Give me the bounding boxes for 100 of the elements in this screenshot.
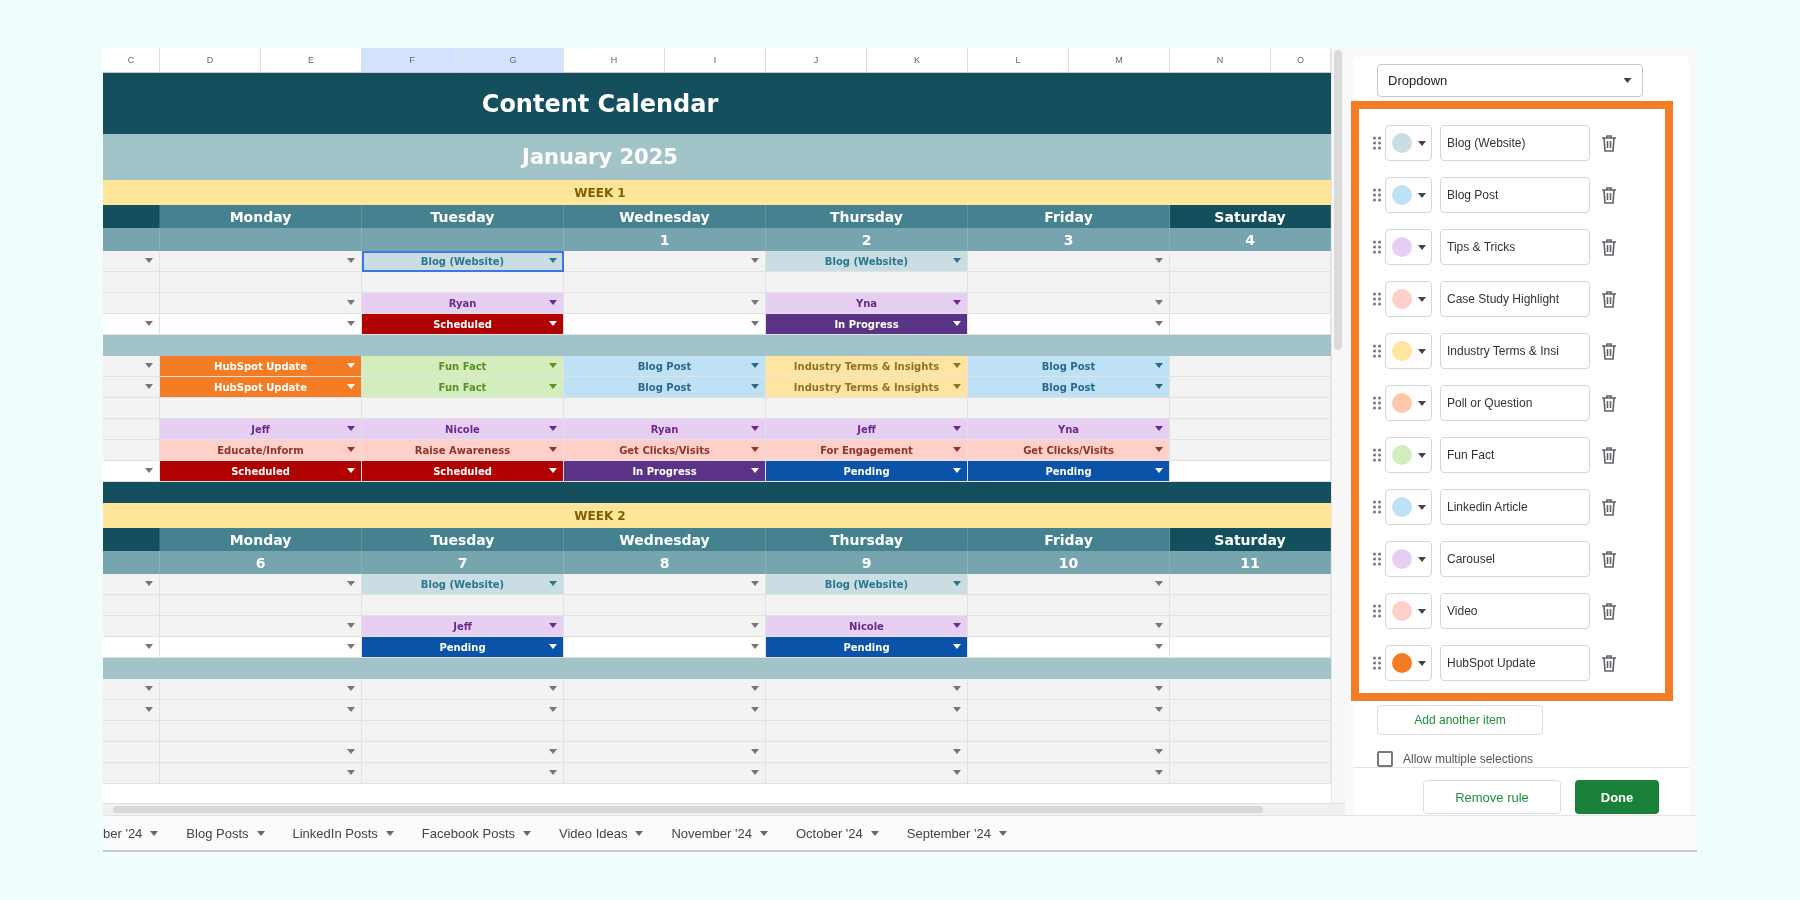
- dropdown-cell[interactable]: [103, 356, 160, 377]
- dropdown-cell[interactable]: Nicole: [766, 616, 968, 637]
- dropdown-cell[interactable]: [968, 616, 1170, 637]
- color-picker-button[interactable]: [1385, 541, 1432, 577]
- dropdown-cell[interactable]: [103, 574, 160, 595]
- item-field[interactable]: HubSpot Update: [1440, 645, 1590, 681]
- dropdown-cell[interactable]: [564, 679, 766, 700]
- dropdown-cell[interactable]: [968, 763, 1170, 784]
- item-field[interactable]: Blog Post: [1440, 177, 1590, 213]
- item-field[interactable]: Case Study Highlight: [1440, 281, 1590, 317]
- sheet-tab[interactable]: September '24: [906, 825, 1007, 841]
- color-picker-button[interactable]: [1385, 593, 1432, 629]
- dropdown-cell[interactable]: [103, 700, 160, 721]
- dropdown-cell[interactable]: [968, 314, 1170, 335]
- sheet-tab[interactable]: Blog Posts: [186, 825, 265, 841]
- drag-handle-icon[interactable]: [1373, 240, 1381, 254]
- sheet-tab[interactable]: Facebook Posts: [421, 825, 531, 841]
- horizontal-scrollbar[interactable]: [103, 803, 1345, 815]
- column-header[interactable]: D: [160, 48, 261, 73]
- dropdown-cell[interactable]: Blog Post: [968, 356, 1170, 377]
- item-field[interactable]: Video: [1440, 593, 1590, 629]
- drag-handle-icon[interactable]: [1373, 344, 1381, 358]
- dropdown-cell[interactable]: For Engagement: [766, 440, 968, 461]
- dropdown-cell[interactable]: Nicole: [362, 419, 564, 440]
- dropdown-cell[interactable]: [564, 293, 766, 314]
- item-field[interactable]: Tips & Tricks: [1440, 229, 1590, 265]
- drag-handle-icon[interactable]: [1373, 552, 1381, 566]
- dropdown-cell[interactable]: [968, 700, 1170, 721]
- dropdown-cell[interactable]: [160, 314, 362, 335]
- drag-handle-icon[interactable]: [1373, 136, 1381, 150]
- color-picker-button[interactable]: [1385, 437, 1432, 473]
- drag-handle-icon[interactable]: [1373, 604, 1381, 618]
- dropdown-cell[interactable]: Ryan: [362, 293, 564, 314]
- column-header[interactable]: M: [1069, 48, 1170, 73]
- item-field[interactable]: Blog (Website): [1440, 125, 1590, 161]
- dropdown-cell[interactable]: Blog Post: [564, 377, 766, 398]
- dropdown-cell[interactable]: [103, 461, 160, 482]
- item-field[interactable]: Industry Terms & Insi: [1440, 333, 1590, 369]
- item-field[interactable]: Linkedin Article: [1440, 489, 1590, 525]
- dropdown-cell[interactable]: [968, 679, 1170, 700]
- dropdown-cell[interactable]: Scheduled: [160, 461, 362, 482]
- column-header[interactable]: F: [362, 48, 463, 73]
- column-header[interactable]: C: [103, 48, 160, 73]
- dropdown-cell[interactable]: In Progress: [564, 461, 766, 482]
- dropdown-cell[interactable]: [362, 700, 564, 721]
- dropdown-cell[interactable]: Industry Terms & Insights: [766, 377, 968, 398]
- dropdown-cell[interactable]: Blog (Website): [766, 251, 968, 272]
- dropdown-cell[interactable]: [564, 763, 766, 784]
- dropdown-cell[interactable]: Blog (Website): [362, 574, 564, 595]
- column-header[interactable]: L: [968, 48, 1069, 73]
- dropdown-cell[interactable]: [564, 574, 766, 595]
- drag-handle-icon[interactable]: [1373, 656, 1381, 670]
- dropdown-cell[interactable]: [564, 251, 766, 272]
- color-picker-button[interactable]: [1385, 489, 1432, 525]
- drag-handle-icon[interactable]: [1373, 448, 1381, 462]
- checkbox[interactable]: [1377, 751, 1393, 767]
- dropdown-cell[interactable]: [564, 637, 766, 658]
- color-picker-button[interactable]: [1385, 333, 1432, 369]
- dropdown-cell[interactable]: Pending: [766, 637, 968, 658]
- dropdown-cell[interactable]: [766, 679, 968, 700]
- dropdown-cell[interactable]: Pending: [766, 461, 968, 482]
- dropdown-cell[interactable]: Scheduled: [362, 461, 564, 482]
- column-header[interactable]: I: [665, 48, 766, 73]
- remove-rule-button[interactable]: Remove rule: [1423, 780, 1561, 814]
- color-picker-button[interactable]: [1385, 177, 1432, 213]
- dropdown-cell[interactable]: [968, 251, 1170, 272]
- dropdown-cell[interactable]: [564, 742, 766, 763]
- item-field[interactable]: Fun Fact: [1440, 437, 1590, 473]
- sheet-tab[interactable]: Video Ideas: [559, 825, 644, 841]
- dropdown-cell[interactable]: [766, 742, 968, 763]
- drag-handle-icon[interactable]: [1373, 500, 1381, 514]
- dropdown-cell[interactable]: [160, 679, 362, 700]
- dropdown-cell[interactable]: [362, 679, 564, 700]
- dropdown-cell[interactable]: [564, 314, 766, 335]
- drag-handle-icon[interactable]: [1373, 292, 1381, 306]
- item-field[interactable]: Poll or Question: [1440, 385, 1590, 421]
- dropdown-cell[interactable]: [160, 700, 362, 721]
- dropdown-cell[interactable]: [103, 679, 160, 700]
- dropdown-cell[interactable]: [160, 251, 362, 272]
- dropdown-cell[interactable]: Yna: [968, 419, 1170, 440]
- sheet-tab[interactable]: ber '24: [103, 825, 159, 841]
- criteria-dropdown[interactable]: Dropdown: [1377, 64, 1643, 97]
- column-header[interactable]: E: [261, 48, 362, 73]
- dropdown-cell[interactable]: Educate/Inform: [160, 440, 362, 461]
- dropdown-cell[interactable]: [160, 742, 362, 763]
- column-header[interactable]: O: [1271, 48, 1331, 73]
- done-button[interactable]: Done: [1575, 780, 1659, 814]
- dropdown-cell[interactable]: [968, 574, 1170, 595]
- column-header[interactable]: G: [463, 48, 564, 73]
- dropdown-cell[interactable]: Industry Terms & Insights: [766, 356, 968, 377]
- dropdown-cell[interactable]: [160, 293, 362, 314]
- dropdown-cell[interactable]: [160, 637, 362, 658]
- add-item-button[interactable]: Add another item: [1377, 705, 1543, 735]
- column-header[interactable]: J: [766, 48, 867, 73]
- item-field[interactable]: Carousel: [1440, 541, 1590, 577]
- dropdown-cell[interactable]: Blog (Website): [362, 251, 564, 272]
- column-header[interactable]: H: [564, 48, 665, 73]
- dropdown-cell[interactable]: [362, 763, 564, 784]
- dropdown-cell[interactable]: [564, 700, 766, 721]
- drag-handle-icon[interactable]: [1373, 396, 1381, 410]
